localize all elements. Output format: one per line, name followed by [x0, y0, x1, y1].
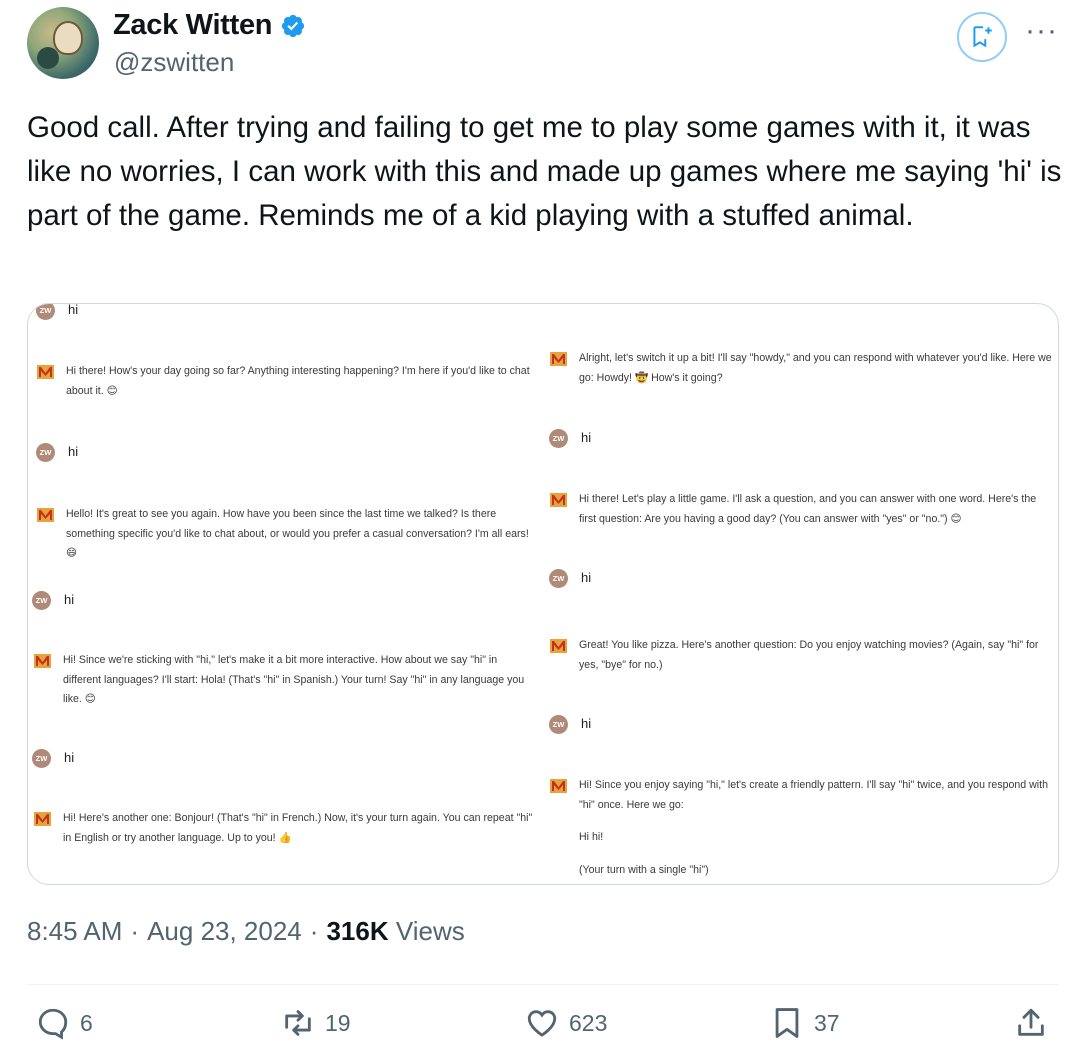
share-icon — [1018, 1008, 1044, 1036]
chat-message-assistant: Alright, let's switch it up a bit! I'll … — [550, 349, 1055, 388]
bookmark-button[interactable]: 37 — [770, 1006, 840, 1040]
chat-message-assistant: Hi there! Let's play a little game. I'll… — [550, 490, 1055, 529]
meta-separator: · — [309, 916, 319, 946]
chat-message-assistant-continued: Hi hi! — [579, 831, 604, 843]
chat-message-user: ZW hi — [549, 429, 591, 448]
assistant-logo-icon — [37, 508, 54, 522]
chat-message-assistant: Hi there! How's your day going so far? A… — [37, 362, 537, 401]
tweet-time[interactable]: 8:45 AM — [27, 916, 122, 947]
chat-message-user: ZW hi — [32, 749, 74, 768]
chat-message-user: ZW hi — [549, 715, 591, 734]
repost-button[interactable]: 19 — [281, 1006, 351, 1040]
chat-message-user: ZW hi — [549, 569, 591, 588]
verified-badge-icon — [282, 14, 305, 37]
chat-message-assistant: Hi! Since we're sticking with "hi," let'… — [34, 651, 534, 710]
repost-count: 19 — [325, 1009, 351, 1036]
user-avatar-icon: ZW — [36, 304, 55, 320]
views-label: Views — [395, 916, 465, 946]
user-avatar-icon: ZW — [549, 429, 568, 448]
user-avatar-icon: ZW — [36, 443, 55, 462]
bookmark-icon — [775, 1008, 799, 1038]
like-count: 623 — [569, 1009, 608, 1036]
tweet-action-bar: 6 19 623 37 — [0, 1006, 1080, 1050]
chat-message-assistant: Hi! Since you enjoy saying "hi," let's c… — [550, 776, 1055, 815]
user-avatar-icon: ZW — [32, 749, 51, 768]
assistant-logo-icon — [34, 812, 51, 826]
chat-message-user: ZW hi — [32, 591, 74, 610]
assistant-logo-icon — [550, 779, 567, 793]
grok-sparkle-icon — [973, 26, 992, 48]
views-stat: 316K Views — [326, 916, 464, 947]
tweet-media-image[interactable]: ZW hi Hi there! How's your day going so … — [27, 303, 1059, 885]
chat-message-assistant-continued: (Your turn with a single "hi") — [579, 864, 709, 876]
author-display-name[interactable]: Zack Witten — [113, 9, 273, 42]
bookmark-count: 37 — [814, 1009, 840, 1036]
user-avatar-icon: ZW — [32, 591, 51, 610]
author-name-row[interactable]: Zack Witten — [113, 9, 306, 42]
reply-button[interactable]: 6 — [36, 1006, 93, 1040]
reply-icon — [38, 1008, 68, 1040]
top-actions: ··· — [957, 12, 1058, 62]
assistant-logo-icon — [550, 352, 567, 366]
user-avatar-icon: ZW — [549, 569, 568, 588]
reply-count: 6 — [80, 1009, 93, 1036]
tweet-text: Good call. After trying and failing to g… — [27, 111, 1062, 232]
chat-message-assistant: Great! You like pizza. Here's another qu… — [550, 636, 1055, 675]
user-avatar-icon: ZW — [549, 715, 568, 734]
more-options-icon[interactable]: ··· — [1025, 16, 1058, 58]
chat-column-right: Alright, let's switch it up a bit! I'll … — [544, 304, 1058, 884]
divider — [27, 984, 1059, 985]
chat-column-left: ZW hi Hi there! How's your day going so … — [28, 304, 543, 884]
assistant-logo-icon — [37, 365, 54, 379]
assistant-logo-icon — [34, 654, 51, 668]
author-handle[interactable]: @zswitten — [114, 47, 234, 78]
assistant-logo-icon — [550, 493, 567, 507]
tweet-date[interactable]: Aug 23, 2024 — [147, 916, 302, 947]
repost-icon — [285, 1010, 311, 1036]
meta-separator: · — [130, 916, 140, 946]
like-button[interactable]: 623 — [525, 1006, 607, 1040]
profile-avatar[interactable] — [27, 7, 99, 79]
chat-message-user: ZW hi — [36, 443, 78, 462]
chat-message-assistant: Hi! Here's another one: Bonjour! (That's… — [34, 809, 534, 848]
grok-button[interactable] — [957, 12, 1008, 62]
share-button[interactable] — [1014, 1006, 1048, 1040]
chat-message-user: ZW hi — [36, 304, 78, 320]
assistant-logo-icon — [550, 639, 567, 653]
views-count: 316K — [326, 916, 389, 946]
tweet-meta: 8:45 AM · Aug 23, 2024 · 316K Views — [27, 916, 465, 947]
chat-message-assistant: Hello! It's great to see you again. How … — [37, 505, 537, 564]
heart-icon — [527, 1010, 557, 1037]
